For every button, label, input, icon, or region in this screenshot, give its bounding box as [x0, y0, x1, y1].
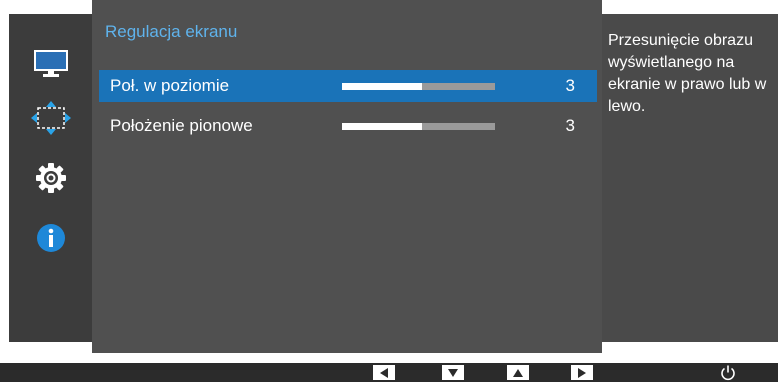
control-bar	[0, 363, 778, 382]
slider-fill	[342, 123, 422, 130]
power-icon	[721, 365, 735, 381]
arrow-left-icon	[380, 367, 388, 378]
gear-icon	[35, 163, 66, 193]
row-value: 3	[565, 76, 575, 95]
position-arrows-icon	[30, 101, 71, 135]
info-panel: Przesunięcie obrazu wyświetlanego na ekr…	[602, 14, 778, 342]
sidebar-item-picture[interactable]	[9, 44, 92, 84]
row-label: Położenie pionowe	[110, 116, 253, 135]
vertical-position-slider[interactable]	[342, 123, 495, 130]
arrow-right-icon	[578, 367, 586, 378]
sidebar-item-system[interactable]	[9, 158, 92, 198]
panel-title: Regulacja ekranu	[105, 22, 238, 41]
info-icon	[36, 224, 65, 252]
row-label: Poł. w poziomie	[110, 76, 230, 95]
row-value: 3	[565, 116, 575, 135]
power-button[interactable]	[719, 364, 737, 382]
screen-adjustment-panel: Regulacja ekranu Poł. w poziomie 3 Położ…	[92, 0, 602, 353]
down-button[interactable]	[442, 365, 464, 380]
left-button[interactable]	[373, 365, 395, 380]
horizontal-position-slider[interactable]	[342, 83, 495, 90]
sidebar-item-screen-adjustment[interactable]	[9, 98, 92, 138]
info-description: Przesunięcie obrazu wyświetlanego na ekr…	[608, 32, 767, 115]
sidebar	[9, 14, 92, 342]
menu-row-vertical-position[interactable]: Położenie pionowe 3	[99, 110, 597, 142]
sidebar-item-information[interactable]	[9, 218, 92, 258]
slider-fill	[342, 83, 422, 90]
menu-row-horizontal-position[interactable]: Poł. w poziomie 3	[99, 70, 597, 102]
up-button[interactable]	[507, 365, 529, 380]
arrow-up-icon	[513, 368, 523, 377]
arrow-down-icon	[448, 368, 458, 377]
monitor-icon	[33, 50, 68, 77]
right-button[interactable]	[571, 365, 593, 380]
